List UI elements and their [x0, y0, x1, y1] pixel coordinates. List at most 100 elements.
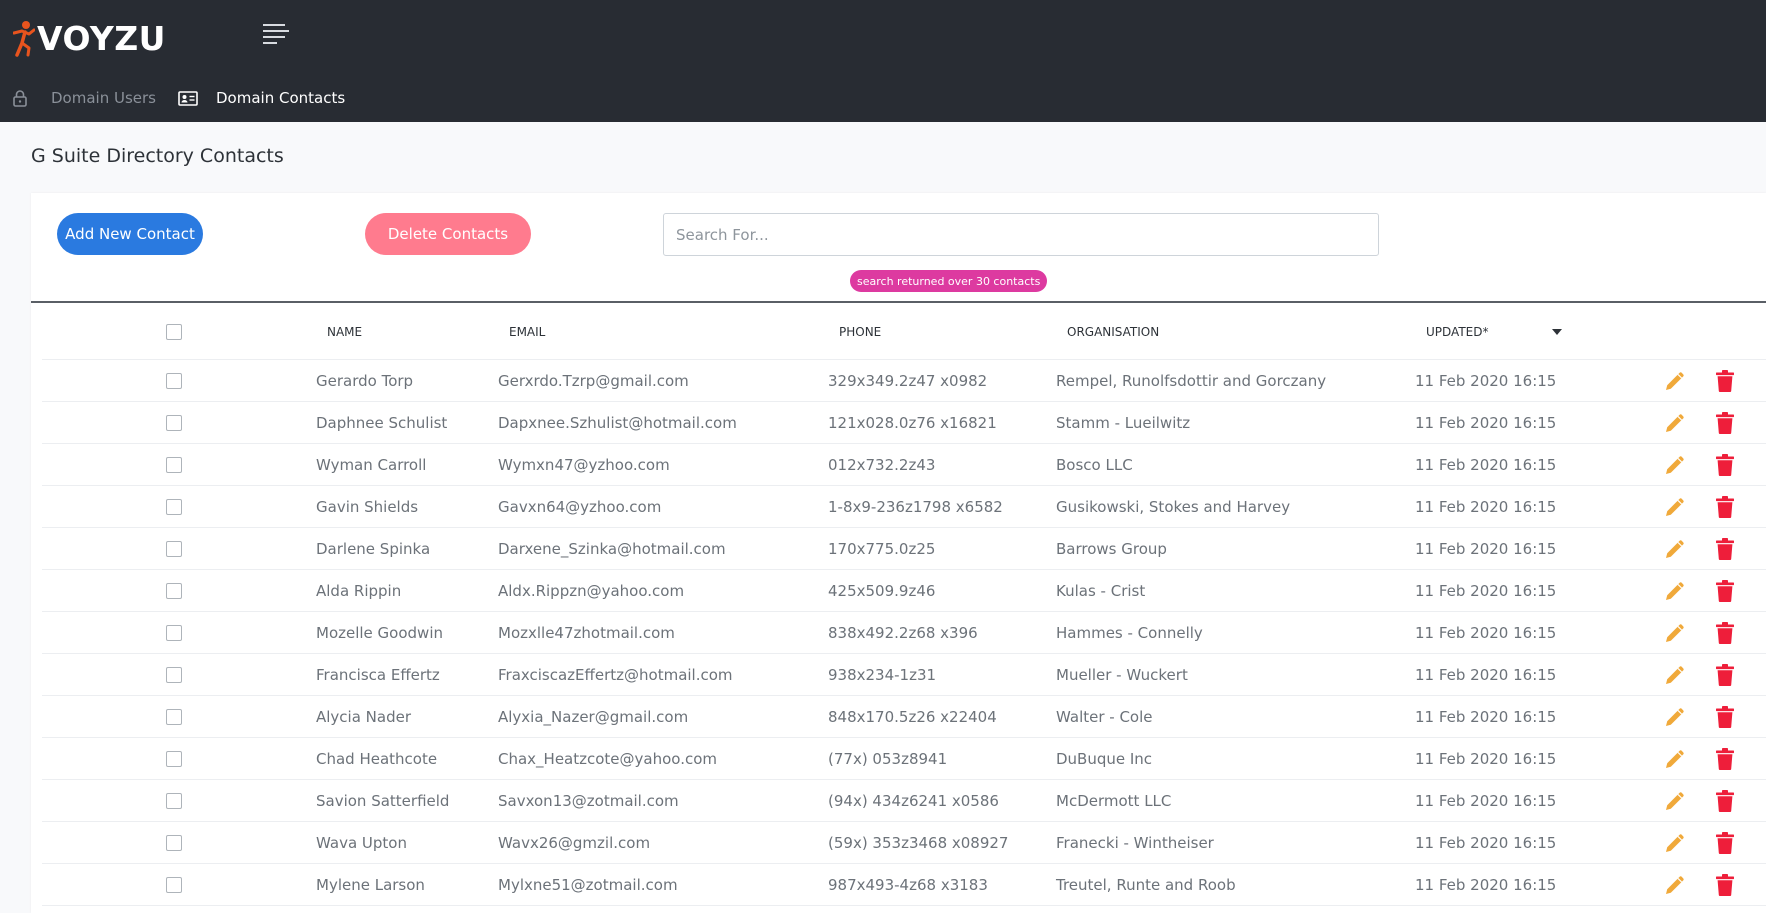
running-figure-icon — [13, 21, 35, 57]
cell-select — [166, 738, 182, 780]
table-row[interactable]: Daphnee Schulist Dapxnee.Szhulist@hotmail… — [42, 402, 1766, 444]
table-row[interactable]: Wava Upton Wavx26@gmzil.com (59x) 353z3468… — [42, 822, 1766, 864]
trash-icon[interactable] — [1712, 872, 1738, 898]
pencil-icon[interactable] — [1662, 494, 1688, 520]
trash-icon[interactable] — [1712, 452, 1738, 478]
cell-email: Wymxn47@yzhoo.com — [498, 456, 670, 474]
add-new-contact-button[interactable]: Add New Contact — [57, 213, 203, 255]
column-header-phone[interactable]: PHONE — [839, 303, 881, 360]
trash-icon[interactable] — [1712, 494, 1738, 520]
table-row[interactable]: Gerardo Torp Gerxrdo.Tzrp@gmail.com 329x34… — [42, 360, 1766, 402]
cell-email: Gerxrdo.Tzrp@gmail.com — [498, 372, 689, 390]
row-checkbox[interactable] — [166, 583, 182, 599]
pencil-icon[interactable] — [1662, 536, 1688, 562]
table-row[interactable]: Savion Satterfield Savxon13@zotmail.com (9… — [42, 780, 1766, 822]
table-row[interactable]: Alda Rippin Aldx.Rippzn@yahoo.com 425x509.… — [42, 570, 1766, 612]
logo[interactable]: VOYZU — [13, 18, 166, 58]
table-row[interactable]: Gavin Shields Gavxn64@yzhoo.com 1-8x9-236z… — [42, 486, 1766, 528]
cell-updated: 11 Feb 2020 16:15 — [1415, 834, 1557, 852]
table-row[interactable]: Wyman Carroll Wymxn47@yzhoo.com 012x732.2z… — [42, 444, 1766, 486]
cell-organisation: Treutel, Runte and Roob — [1056, 876, 1236, 894]
cell-phone: 170x775.0z25 — [828, 540, 936, 558]
row-checkbox[interactable] — [166, 499, 182, 515]
hamburger-menu-icon[interactable] — [263, 24, 289, 46]
trash-icon[interactable] — [1712, 788, 1738, 814]
contact-card-icon — [178, 90, 198, 106]
cell-name: Wyman Carroll — [316, 456, 427, 474]
cell-name: Alycia Nader — [316, 708, 412, 726]
row-checkbox[interactable] — [166, 457, 182, 473]
column-header-name[interactable]: NAME — [327, 303, 362, 360]
trash-icon[interactable] — [1712, 410, 1738, 436]
cell-email: Savxon13@zotmail.com — [498, 792, 679, 810]
nav-item-domain-users[interactable]: Domain Users — [11, 73, 156, 122]
table-row[interactable]: Alycia Nader Alyxia_Nazer@gmail.com 848x17… — [42, 696, 1766, 738]
delete-contacts-button[interactable]: Delete Contacts — [365, 213, 531, 255]
column-header-organisation[interactable]: ORGANISATION — [1067, 303, 1159, 360]
pencil-icon[interactable] — [1662, 830, 1688, 856]
trash-icon[interactable] — [1712, 536, 1738, 562]
nav-item-domain-contacts[interactable]: Domain Contacts — [178, 73, 345, 122]
pencil-icon[interactable] — [1662, 578, 1688, 604]
cell-name: Alda Rippin — [316, 582, 402, 600]
row-checkbox[interactable] — [166, 667, 182, 683]
caret-down-icon[interactable] — [1552, 328, 1562, 335]
table-row[interactable]: Mylene Larson Mylxne51@zotmail.com 987x493… — [42, 864, 1766, 906]
pencil-icon[interactable] — [1662, 746, 1688, 772]
table-row[interactable]: Francisca Effertz FraxciscazEffertz@hotma… — [42, 654, 1766, 696]
cell-select — [166, 486, 182, 528]
row-checkbox[interactable] — [166, 625, 182, 641]
column-header-updated[interactable]: UPDATED* — [1426, 303, 1488, 360]
row-checkbox[interactable] — [166, 751, 182, 767]
nav-item-label: Domain Users — [51, 88, 156, 107]
trash-icon[interactable] — [1712, 620, 1738, 646]
cell-updated: 11 Feb 2020 16:15 — [1415, 372, 1557, 390]
logo-text: VOYZU — [37, 18, 166, 58]
pencil-icon[interactable] — [1662, 410, 1688, 436]
cell-organisation: Rempel, Runolfsdottir and Gorczany — [1056, 372, 1327, 390]
column-header-email[interactable]: EMAIL — [509, 303, 545, 360]
trash-icon[interactable] — [1712, 662, 1738, 688]
row-checkbox[interactable] — [166, 877, 182, 893]
cell-name: Gerardo Torp — [316, 372, 414, 390]
row-checkbox[interactable] — [166, 541, 182, 557]
table-row[interactable]: Darlene Spinka Darxene_Szinka@hotmail.com… — [42, 528, 1766, 570]
cell-name: Francisca Effertz — [316, 666, 440, 684]
row-checkbox[interactable] — [166, 373, 182, 389]
pencil-icon[interactable] — [1662, 704, 1688, 730]
cell-organisation: McDermott LLC — [1056, 792, 1172, 810]
cell-updated: 11 Feb 2020 16:15 — [1415, 456, 1557, 474]
trash-icon[interactable] — [1712, 830, 1738, 856]
cell-name: Darlene Spinka — [316, 540, 431, 558]
cell-email: Darxene_Szinka@hotmail.com — [498, 540, 726, 558]
trash-icon[interactable] — [1712, 368, 1738, 394]
pencil-icon[interactable] — [1662, 662, 1688, 688]
table-row[interactable]: Mozelle Goodwin Mozxlle47zhotmail.com 838x… — [42, 612, 1766, 654]
row-checkbox[interactable] — [166, 415, 182, 431]
row-checkbox[interactable] — [166, 709, 182, 725]
cell-organisation: Walter - Cole — [1056, 708, 1153, 726]
select-all-checkbox[interactable] — [166, 323, 182, 340]
cell-phone: 938x234-1z31 — [828, 666, 937, 684]
pencil-icon[interactable] — [1662, 368, 1688, 394]
nav-item-label: Domain Contacts — [216, 88, 346, 107]
row-checkbox[interactable] — [166, 835, 182, 851]
cell-updated: 11 Feb 2020 16:15 — [1415, 624, 1557, 642]
cell-name: Wava Upton — [316, 834, 407, 852]
trash-icon[interactable] — [1712, 746, 1738, 772]
pencil-icon[interactable] — [1662, 452, 1688, 478]
lock-icon — [13, 89, 27, 107]
pencil-icon[interactable] — [1662, 872, 1688, 898]
pencil-icon[interactable] — [1662, 620, 1688, 646]
sort-caret-cell — [1552, 303, 1562, 360]
cell-select — [166, 864, 182, 906]
trash-icon[interactable] — [1712, 704, 1738, 730]
search-input[interactable] — [663, 213, 1379, 256]
row-checkbox[interactable] — [166, 793, 182, 809]
cell-updated: 11 Feb 2020 16:15 — [1415, 708, 1557, 726]
cell-phone: 848x170.5z26 x22404 — [828, 708, 997, 726]
trash-icon[interactable] — [1712, 578, 1738, 604]
table-row[interactable]: Chad Heathcote Chax_Heatzcote@yahoo.com (7… — [42, 738, 1766, 780]
cell-email: Alyxia_Nazer@gmail.com — [498, 708, 689, 726]
pencil-icon[interactable] — [1662, 788, 1688, 814]
